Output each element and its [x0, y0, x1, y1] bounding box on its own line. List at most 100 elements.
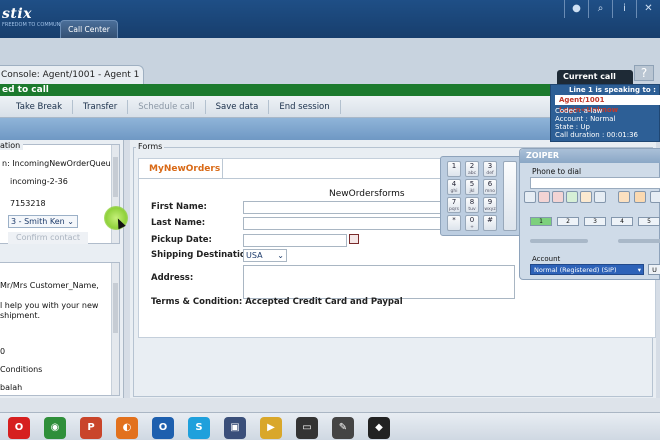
dialpad-key-letters: tuv	[468, 207, 476, 212]
script-line: l help you with your new	[0, 301, 99, 310]
phone-number: 7153218	[10, 199, 46, 208]
speaker-volume-slider[interactable]	[618, 239, 660, 243]
dialpad-key-digit: 6	[487, 180, 493, 188]
hold-icon[interactable]	[580, 191, 592, 203]
script-line: Mr/Mrs Customer_Name,	[0, 281, 99, 290]
terms-text: Terms & Condition: Accepted Credit Card …	[151, 297, 403, 307]
calendar-icon[interactable]	[349, 234, 359, 244]
dialpad-key[interactable]: 1	[447, 161, 461, 177]
dialpad-key-digit: 7	[451, 198, 457, 206]
script-line: 0	[0, 347, 6, 356]
info-icon[interactable]: i	[612, 0, 636, 18]
dialpad-key[interactable]: *	[447, 215, 461, 231]
dialpad-key[interactable]: 0 +	[465, 215, 479, 231]
console-tab[interactable]: Console: Agent/1001 - Agent 1	[0, 65, 144, 84]
dialpad-key-digit: 1	[451, 162, 457, 170]
opera-icon[interactable]: O	[8, 417, 30, 439]
hangup-icon[interactable]	[538, 191, 550, 203]
line-button-5[interactable]: 5	[638, 217, 660, 226]
line-button-2[interactable]: 2	[557, 217, 579, 226]
script-line: Conditions	[0, 365, 43, 374]
call-id: incoming-2-36	[10, 177, 68, 186]
dialpad-key[interactable]: 8 tuv	[465, 197, 479, 213]
dialpad-key-digit: *	[452, 216, 456, 224]
firefox-icon[interactable]: ◐	[116, 417, 138, 439]
schedule-call-button[interactable]: Schedule call	[128, 99, 206, 114]
dialpad-key-letters: wxyz	[484, 207, 496, 212]
shipping-destination-select[interactable]: USA ⌄	[243, 249, 287, 262]
help-button[interactable]: ?	[634, 65, 654, 81]
dialpad-key[interactable]: #	[483, 215, 497, 231]
phone-to-dial-input[interactable]	[530, 177, 660, 189]
dialpad-key-digit: 5	[469, 180, 475, 188]
line-button-1[interactable]: 1	[530, 217, 552, 226]
current-call-duration: Call duration : 00:01:36	[555, 131, 638, 139]
scroll-thumb[interactable]	[113, 283, 118, 333]
dialpad: 1 2 abc 3 def 4 ghi 5 jkl 6 mno 7 pqrs 8 tuv 9 wxyz * 0 + #	[440, 156, 522, 236]
media-player-icon[interactable]: ▶	[260, 417, 282, 439]
contacts-icon[interactable]	[634, 191, 646, 203]
address-textarea[interactable]	[243, 265, 515, 299]
queue-name: n: IncomingNewOrderQueu	[2, 159, 111, 168]
line-button-3[interactable]: 3	[584, 217, 606, 226]
settings-icon[interactable]	[650, 191, 660, 203]
dialpad-key-letters: def	[486, 171, 494, 176]
save-data-button[interactable]: Save data	[206, 99, 270, 114]
dialpad-key[interactable]: 7 pqrs	[447, 197, 461, 213]
mic-volume-slider[interactable]	[530, 239, 588, 243]
account-button[interactable]: U	[648, 264, 660, 275]
call-info-legend: ation	[0, 141, 24, 150]
current-call-state: State : Up	[555, 123, 590, 131]
dialpad-key-letters: mno	[485, 189, 495, 194]
call-icon[interactable]	[566, 191, 578, 203]
dialpad-key[interactable]: 4 ghi	[447, 179, 461, 195]
line-button-4[interactable]: 4	[611, 217, 633, 226]
account-select-value: Normal (Registered) (SIP)	[534, 266, 617, 274]
virtualbox-icon[interactable]: ▣	[224, 417, 246, 439]
arrow-left-icon[interactable]	[524, 191, 536, 203]
tab-call-center[interactable]: Call Center	[60, 20, 118, 38]
app-dark-icon[interactable]: ▭	[296, 417, 318, 439]
address-label: Address:	[151, 273, 194, 283]
confirm-contact-button[interactable]: Confirm contact	[8, 232, 88, 244]
pickup-date-input[interactable]	[243, 234, 347, 247]
outlook-icon[interactable]: O	[152, 417, 174, 439]
blue-band	[0, 118, 552, 140]
script-scrollbar[interactable]	[111, 263, 119, 395]
forms-legend: Forms	[136, 142, 165, 151]
powerpoint-icon[interactable]: P	[80, 417, 102, 439]
account-select[interactable]: Normal (Registered) (SIP) ▾	[530, 264, 644, 275]
dialpad-key-digit: 4	[451, 180, 457, 188]
reject-icon[interactable]	[552, 191, 564, 203]
app-brush-icon[interactable]: ✎	[332, 417, 354, 439]
dialpad-key[interactable]: 3 def	[483, 161, 497, 177]
skype-icon[interactable]: S	[188, 417, 210, 439]
dialpad-key[interactable]: 6 mno	[483, 179, 497, 195]
current-call-title: Current call	[557, 70, 633, 84]
pickup-date-label: Pickup Date:	[151, 235, 212, 245]
dialpad-key-letters: abc	[467, 171, 477, 176]
tools-icon[interactable]: ✕	[636, 0, 660, 18]
dialpad-side-button[interactable]	[503, 161, 517, 231]
current-call-agent: Agent/1001 Login<Unknow	[555, 95, 660, 114]
conference-icon[interactable]	[618, 191, 630, 203]
dialpad-key[interactable]: 2 abc	[465, 161, 479, 177]
dialpad-key[interactable]: 5 jkl	[465, 179, 479, 195]
dnd-icon[interactable]	[594, 191, 606, 203]
search-icon[interactable]: ⌕	[588, 0, 612, 18]
chrome-icon[interactable]: ◉	[44, 417, 66, 439]
take-break-button[interactable]: Take Break	[0, 99, 74, 114]
dialpad-key[interactable]: 9 wxyz	[483, 197, 497, 213]
transfer-button[interactable]: Transfer	[73, 99, 129, 114]
drop-icon[interactable]: ●	[564, 0, 588, 18]
shipping-destination-value: USA	[246, 251, 263, 260]
contact-select[interactable]: 3 - Smith Ken ⌄	[8, 215, 78, 228]
desktop-gap	[0, 398, 660, 412]
app-gear-icon[interactable]: ◆	[368, 417, 390, 439]
windows-taskbar: O ◉ P ◐ O S ▣ ▶ ▭ ✎ ◆	[0, 412, 660, 440]
scroll-thumb[interactable]	[113, 157, 118, 197]
tab-my-new-orders[interactable]: MyNewOrders	[139, 159, 223, 179]
dialpad-key-digit: 9	[487, 198, 493, 206]
end-session-button[interactable]: End session	[269, 99, 341, 114]
top-header: stix FREEDOM TO COMMUNICATE Call Center …	[0, 0, 660, 38]
